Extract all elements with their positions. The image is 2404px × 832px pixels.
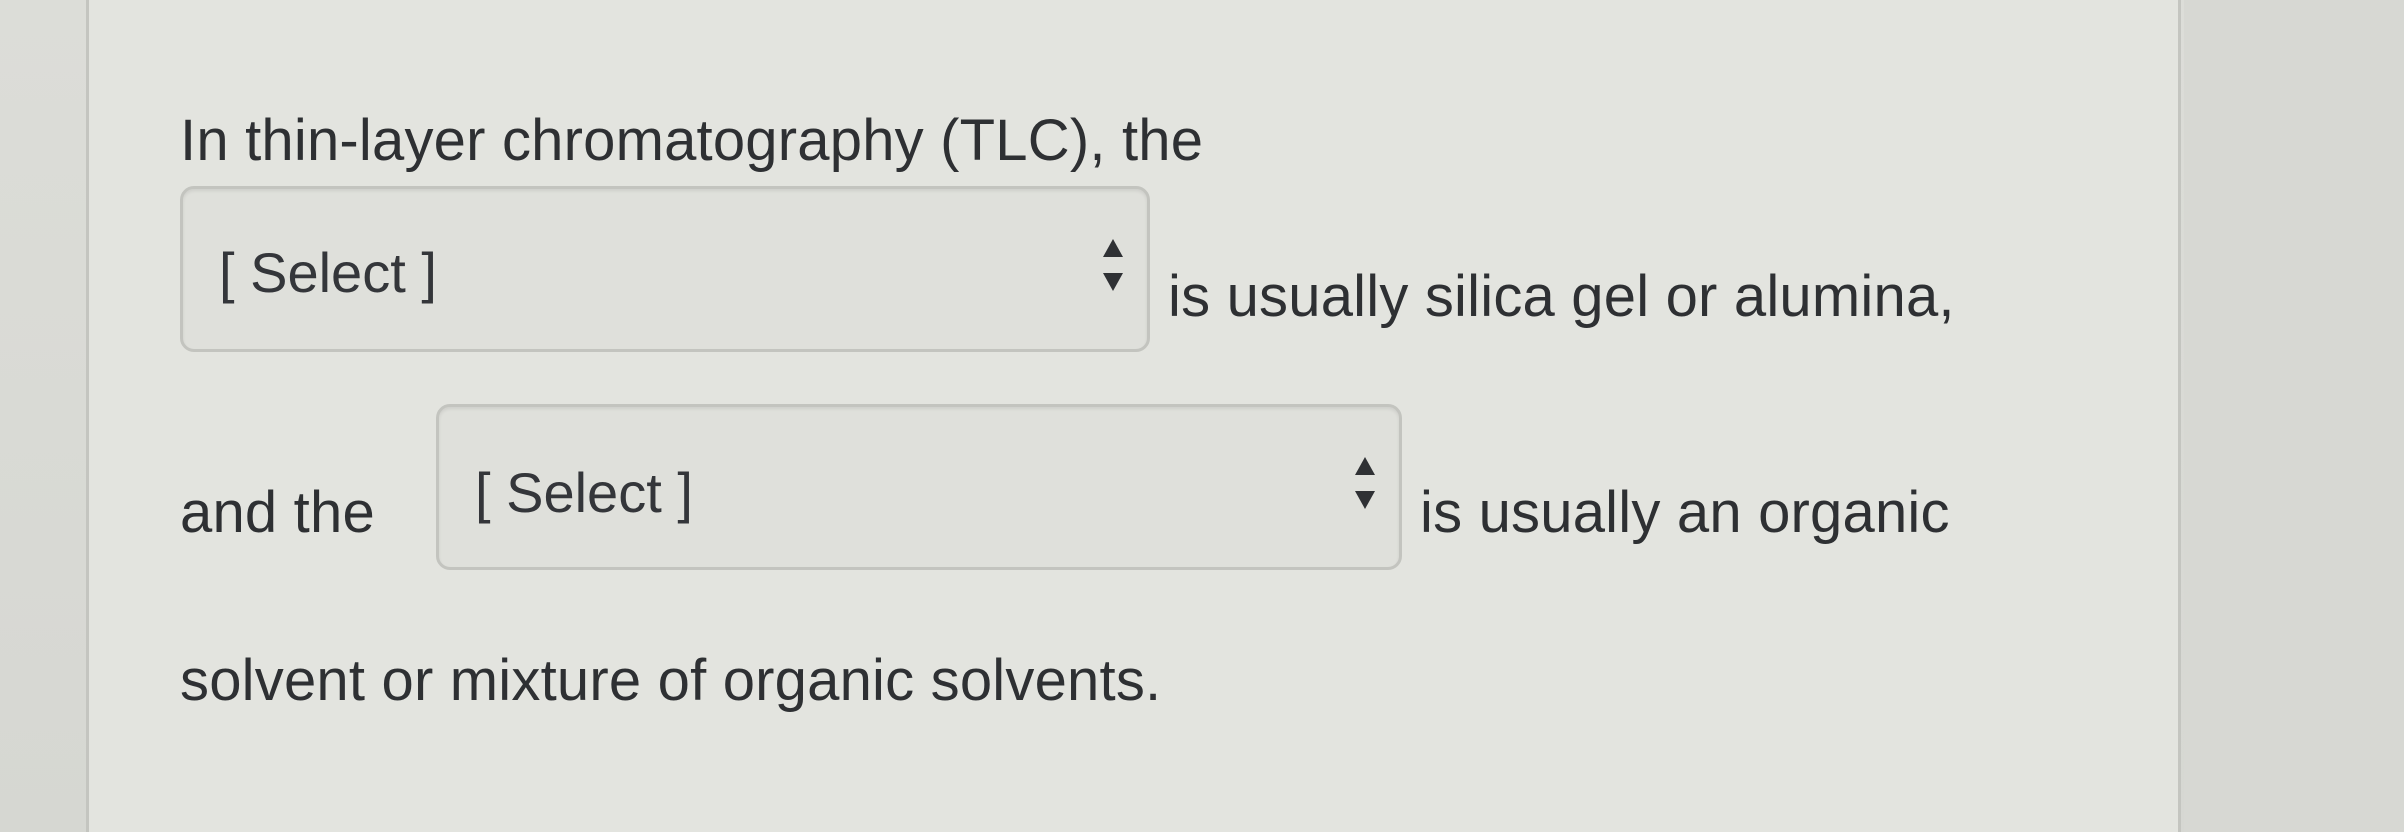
question-line-3-text: is usually an organic <box>1420 480 1950 545</box>
dropdown-mobile-phase[interactable]: [ Select ] <box>436 404 1402 570</box>
question-line-2-text: is usually silica gel or alumina, <box>1168 264 1955 329</box>
updown-chevron-icon <box>1103 239 1123 291</box>
updown-chevron-icon <box>1355 457 1375 509</box>
page-margin <box>2184 0 2404 832</box>
dropdown-stationary-phase[interactable]: [ Select ] <box>180 186 1150 352</box>
dropdown-selected-value: [ Select ] <box>219 241 437 304</box>
question-line-1: In thin-layer chromatography (TLC), the <box>180 108 1204 173</box>
question-line-3-start: and the <box>180 480 375 545</box>
dropdown-selected-value: [ Select ] <box>475 461 693 524</box>
question-line-4: solvent or mixture of organic solvents. <box>180 648 1162 713</box>
